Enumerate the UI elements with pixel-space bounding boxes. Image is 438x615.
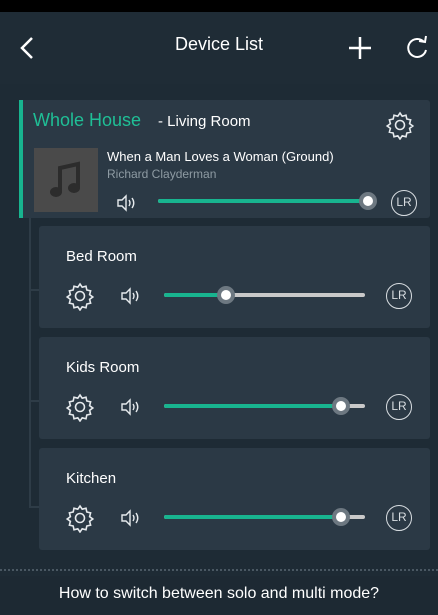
slider-fill	[164, 515, 341, 519]
slider-thumb[interactable]	[331, 397, 350, 415]
speaker-volume-icon[interactable]	[120, 287, 140, 305]
master-accent-bar	[19, 100, 23, 218]
room-volume-slider[interactable]	[164, 508, 365, 526]
album-art[interactable]	[34, 148, 98, 212]
slider-thumb[interactable]	[331, 508, 350, 526]
tree-branch	[29, 289, 39, 291]
slider-fill	[164, 404, 341, 408]
refresh-icon[interactable]	[404, 34, 430, 62]
tree-branch	[29, 506, 39, 508]
speaker-volume-icon[interactable]	[120, 509, 140, 527]
room-settings-gear-icon[interactable]	[65, 503, 95, 533]
speaker-volume-icon[interactable]	[116, 194, 136, 212]
room-volume-slider[interactable]	[164, 286, 365, 304]
room-card-kids-room[interactable]: Kids Room	[39, 337, 430, 439]
master-channel-button[interactable]: LR	[391, 190, 417, 216]
room-channel-button[interactable]: LR	[386, 394, 412, 420]
help-link[interactable]: How to switch between solo and multi mod…	[0, 576, 438, 615]
status-bar	[0, 0, 438, 12]
group-tree-line	[29, 218, 31, 508]
room-name: Bed Room	[66, 248, 137, 265]
room-channel-button[interactable]: LR	[386, 505, 412, 531]
add-plus-icon[interactable]	[346, 34, 374, 62]
music-note-icon	[50, 161, 80, 197]
speaker-volume-icon[interactable]	[120, 398, 140, 416]
tree-branch	[29, 400, 39, 402]
room-name: Kids Room	[66, 359, 140, 376]
master-gear-icon[interactable]	[385, 110, 415, 140]
room-name: Kitchen	[66, 470, 117, 487]
header: Device List	[0, 12, 438, 84]
group-name: Whole House	[33, 110, 142, 130]
room-card-bed-room[interactable]: Bed Room	[39, 226, 430, 328]
room-settings-gear-icon[interactable]	[65, 281, 95, 311]
divider	[0, 569, 438, 571]
artist-name: Richard Clayderman	[107, 167, 217, 181]
slider-thumb[interactable]	[217, 286, 236, 304]
room-channel-button[interactable]: LR	[386, 283, 412, 309]
room-settings-gear-icon[interactable]	[65, 392, 95, 422]
room-card-kitchen[interactable]: Kitchen	[39, 448, 430, 550]
group-room-label: - Living Room	[158, 113, 251, 130]
room-volume-slider[interactable]	[164, 397, 365, 415]
song-title: When a Man Loves a Woman (Ground)	[107, 149, 334, 164]
master-volume-slider[interactable]	[158, 192, 377, 210]
slider-fill	[158, 199, 368, 203]
slider-thumb[interactable]	[359, 192, 377, 210]
